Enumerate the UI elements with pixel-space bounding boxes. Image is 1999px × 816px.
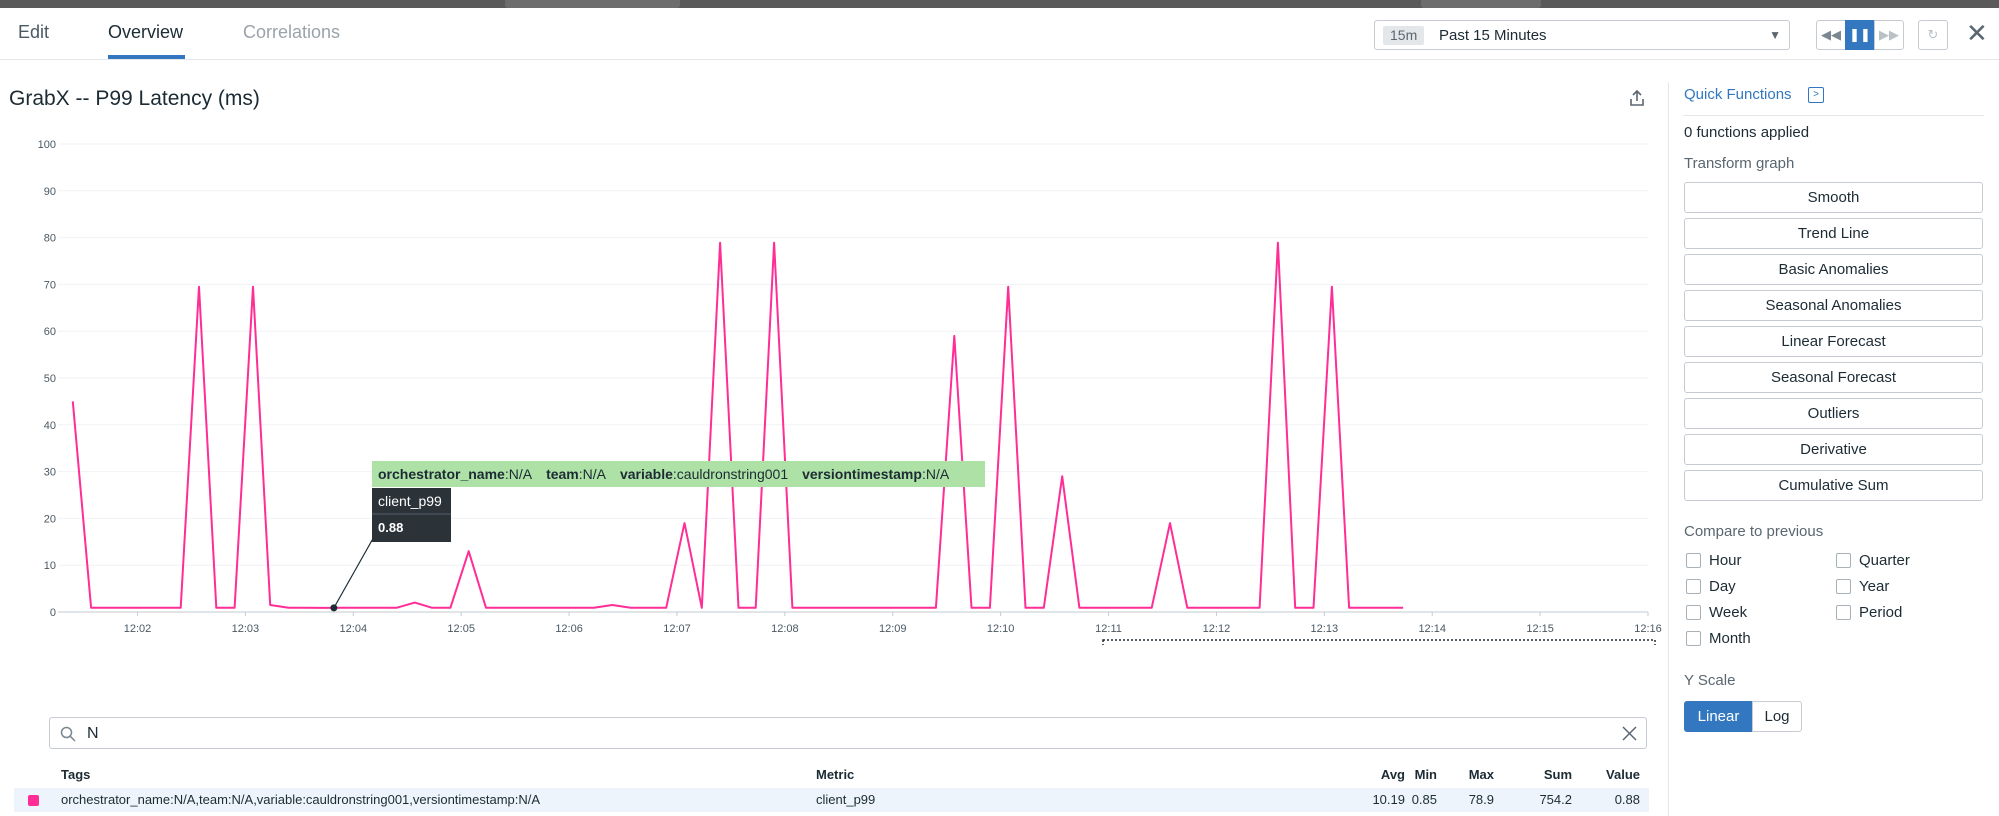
x-tick-label: 12:03	[232, 623, 260, 635]
reset-button[interactable]: ↻	[1918, 20, 1948, 50]
x-tick-label: 12:08	[771, 623, 799, 635]
hover-tags-text: orchestrator_name:N/A team:N/A variable:ca…	[378, 466, 950, 482]
chevron-down-icon: ▼	[1769, 28, 1781, 42]
close-button[interactable]: ✕	[1966, 18, 1988, 48]
search-icon	[60, 726, 76, 742]
seasonal-anomalies-button[interactable]: Seasonal Anomalies	[1684, 290, 1983, 321]
rewind-icon: ◀◀	[1821, 27, 1841, 42]
pause-icon: ❚❚	[1849, 27, 1871, 42]
compare-to-previous-label: Compare to previous	[1684, 523, 1824, 540]
time-range-chip: 15m	[1383, 26, 1425, 45]
legend-row-sum: 754.2	[1539, 792, 1572, 807]
divider	[1683, 115, 1984, 116]
y-tick-label: 20	[44, 513, 56, 525]
x-tick-label: 12:12	[1203, 623, 1231, 635]
time-range-label: Past 15 Minutes	[1439, 27, 1547, 44]
latency-chart[interactable]: 0 10 20 30 40 50 60 70 80 90 100 12:02 12:03 12:04 12…	[0, 125, 1668, 645]
time-range-selector[interactable]: 15m Past 15 Minutes ▼	[1374, 20, 1790, 50]
cumulative-sum-button[interactable]: Cumulative Sum	[1684, 470, 1983, 501]
window-top-strip	[0, 0, 1999, 8]
refresh-icon: ↻	[1927, 27, 1939, 42]
x-tick-label: 12:07	[663, 623, 691, 635]
legend-row-tags: orchestrator_name:N/A,team:N/A,variable:…	[61, 792, 541, 807]
close-icon: ✕	[1966, 18, 1988, 48]
basic-anomalies-button[interactable]: Basic Anomalies	[1684, 254, 1983, 285]
tab-edit[interactable]: Edit	[18, 22, 49, 43]
active-tab-indicator	[108, 55, 185, 59]
pause-button[interactable]: ❚❚	[1845, 20, 1875, 50]
hover-leader-line	[333, 534, 376, 609]
y-tick-label: 70	[44, 279, 56, 291]
linear-forecast-button[interactable]: Linear Forecast	[1684, 326, 1983, 357]
clear-search-icon[interactable]	[1621, 725, 1638, 742]
hover-series-label: client_p99	[378, 493, 442, 509]
x-tick-label: 12:10	[987, 623, 1015, 635]
trend-line-button[interactable]: Trend Line	[1684, 218, 1983, 249]
fast-forward-icon: ▶▶	[1879, 27, 1899, 42]
search-input[interactable]: N	[87, 725, 99, 743]
y-tick-label: 60	[44, 326, 56, 338]
legend-row-metric: client_p99	[816, 792, 876, 807]
legend-header-sum: Sum	[1543, 767, 1572, 782]
smooth-button[interactable]: Smooth	[1684, 182, 1983, 213]
outliers-button[interactable]: Outliers	[1684, 398, 1983, 429]
series-filter-search[interactable]: N	[49, 717, 1647, 749]
graph-title: GrabX -- P99 Latency (ms)	[9, 87, 260, 110]
background-tab-ghost	[505, 0, 680, 8]
x-tick-label: 12:11	[1095, 623, 1122, 635]
y-tick-label: 100	[38, 139, 56, 151]
y-tick-label: 30	[44, 467, 56, 479]
x-tick-label: 12:05	[447, 623, 475, 635]
transform-graph-label: Transform graph	[1684, 155, 1795, 172]
x-tick-label: 12:15	[1526, 623, 1554, 635]
y-tick-label: 80	[44, 233, 56, 245]
y-scale-log-button[interactable]: Log	[1752, 701, 1802, 732]
step-forward-button[interactable]: ▶▶	[1874, 20, 1904, 50]
legend-header-tags: Tags	[61, 767, 91, 782]
x-tick-label: 12:16	[1634, 623, 1662, 635]
derivative-button[interactable]: Derivative	[1684, 434, 1983, 465]
seasonal-forecast-button[interactable]: Seasonal Forecast	[1684, 362, 1983, 393]
series-color-swatch	[28, 795, 39, 806]
background-tab-ghost	[1421, 0, 1541, 8]
x-tick-label: 12:13	[1311, 623, 1339, 635]
legend-header-metric: Metric	[816, 767, 855, 782]
legend-row-max: 78.9	[1468, 792, 1494, 807]
x-tick-label: 12:04	[340, 623, 368, 635]
legend-row-value: 0.88	[1614, 792, 1640, 807]
hover-value-label: 0.88	[378, 520, 403, 535]
quick-functions-panel: Quick Functions > 0 functions applied Tr…	[1668, 82, 1999, 816]
legend-header-max: Max	[1468, 767, 1494, 782]
y-tick-label: 10	[44, 560, 56, 572]
x-tick-label: 12:09	[879, 623, 907, 635]
overview-selection-brush[interactable]	[1102, 639, 1656, 645]
tab-correlations[interactable]: Correlations	[243, 22, 340, 43]
legend-header-value: Value	[1606, 767, 1640, 782]
functions-applied-count: 0 functions applied	[1684, 124, 1810, 141]
y-scale-label: Y Scale	[1684, 672, 1736, 689]
x-tick-label: 12:06	[555, 623, 583, 635]
legend-header-min: Min	[1414, 767, 1437, 782]
x-tick-label: 12:02	[124, 623, 152, 635]
y-tick-label: 50	[44, 373, 56, 385]
y-scale-linear-button[interactable]: Linear	[1684, 701, 1753, 732]
legend-row-min: 0.85	[1411, 792, 1437, 807]
quick-functions-title[interactable]: Quick Functions	[1684, 86, 1792, 103]
y-tick-label: 0	[50, 607, 56, 619]
share-icon[interactable]	[1627, 88, 1647, 108]
x-tick-label: 12:14	[1418, 623, 1446, 635]
y-tick-label: 40	[44, 420, 56, 432]
y-tick-label: 90	[44, 186, 56, 198]
tab-overview[interactable]: Overview	[108, 22, 183, 43]
step-back-button[interactable]: ◀◀	[1816, 20, 1846, 50]
collapse-panel-icon[interactable]: >	[1808, 87, 1824, 103]
